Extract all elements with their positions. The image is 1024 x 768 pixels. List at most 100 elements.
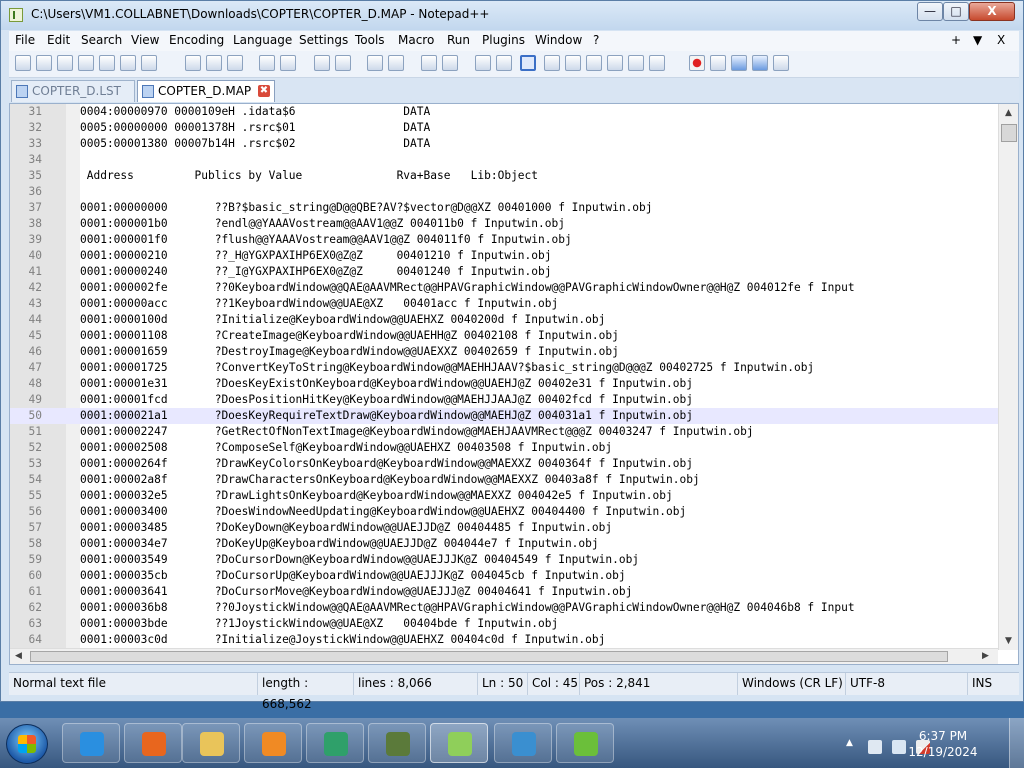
taskbar-frog-app[interactable] bbox=[556, 723, 614, 763]
zoom-out-icon[interactable] bbox=[388, 55, 404, 71]
view-icon[interactable] bbox=[649, 55, 665, 71]
save-all-icon[interactable] bbox=[78, 55, 94, 71]
indent-guide-icon[interactable] bbox=[520, 55, 536, 71]
print-icon[interactable] bbox=[141, 55, 157, 71]
menu-search[interactable]: Search bbox=[81, 33, 122, 47]
editor-line[interactable]: 42 0001:000002fe ??0KeyboardWindow@@QAE@A… bbox=[10, 280, 998, 296]
sync-horizontal-icon[interactable] bbox=[442, 55, 458, 71]
editor-line[interactable]: 33 0005:00001380 00007b14H .rsrc$02 DATA bbox=[10, 136, 998, 152]
editor-line[interactable]: 64 0001:00003c0d ?Initialize@JoystickWind… bbox=[10, 632, 998, 648]
menu-view[interactable]: View bbox=[131, 33, 159, 47]
taskbar-app-green-circle[interactable] bbox=[306, 723, 364, 763]
editor-line[interactable]: 31 0004:00000970 0000109eH .idata$6 DATA bbox=[10, 104, 998, 120]
replace-icon[interactable] bbox=[335, 55, 351, 71]
start-button[interactable] bbox=[6, 724, 48, 764]
network-icon[interactable] bbox=[868, 740, 882, 754]
record-macro-icon[interactable] bbox=[689, 55, 705, 71]
undo-icon[interactable] bbox=[259, 55, 275, 71]
user-defined-language-icon[interactable] bbox=[544, 55, 560, 71]
editor-line[interactable]: 48 0001:00001e31 ?DoesKeyExistOnKeyboard@… bbox=[10, 376, 998, 392]
menu-file[interactable]: File bbox=[15, 33, 35, 47]
status-encoding[interactable]: UTF-8 bbox=[845, 673, 967, 695]
menu-settings[interactable]: Settings bbox=[299, 33, 348, 47]
menu-help[interactable]: ? bbox=[593, 33, 599, 47]
maximize-button[interactable]: □ bbox=[943, 2, 969, 21]
add-tab-button[interactable]: + bbox=[951, 33, 961, 47]
editor-area[interactable]: 31 0004:00000970 0000109eH .idata$6 DATA 3… bbox=[9, 103, 1019, 665]
editor-line[interactable]: 54 0001:00002a8f ?DrawCharactersOnKeyboar… bbox=[10, 472, 998, 488]
editor-line[interactable]: 47 0001:00001725 ?ConvertKeyToString@Keyb… bbox=[10, 360, 998, 376]
close-document-button[interactable]: X bbox=[997, 33, 1005, 47]
editor-line[interactable]: 57 0001:00003485 ?DoKeyDown@KeyboardWindo… bbox=[10, 520, 998, 536]
menu-run[interactable]: Run bbox=[447, 33, 470, 47]
editor-line[interactable]: 40 0001:00000210 ??_H@YGXPAXIHP6EX0@Z@Z 0… bbox=[10, 248, 998, 264]
tab-copter-d-lst[interactable]: COPTER_D.LST bbox=[11, 80, 135, 102]
editor-line[interactable]: 59 0001:00003549 ?DoCursorDown@KeyboardWi… bbox=[10, 552, 998, 568]
cut-icon[interactable] bbox=[185, 55, 201, 71]
new-file-icon[interactable] bbox=[15, 55, 31, 71]
menu-encoding[interactable]: Encoding bbox=[169, 33, 224, 47]
editor-line[interactable]: 63 0001:00003bde ??1JoystickWindow@@UAE@X… bbox=[10, 616, 998, 632]
editor-line[interactable]: 46 0001:00001659 ?DestroyImage@KeyboardWi… bbox=[10, 344, 998, 360]
zoom-in-icon[interactable] bbox=[367, 55, 383, 71]
editor-line[interactable]: 44 0001:0000100d ?Initialize@KeyboardWind… bbox=[10, 312, 998, 328]
scroll-up-icon[interactable]: ▲ bbox=[1005, 108, 1012, 118]
tray-expand-icon[interactable]: ▲ bbox=[846, 738, 853, 748]
open-file-icon[interactable] bbox=[36, 55, 52, 71]
tab-list-dropdown[interactable]: ▼ bbox=[973, 33, 982, 47]
save-macro-icon[interactable] bbox=[773, 55, 789, 71]
menu-macro[interactable]: Macro bbox=[398, 33, 434, 47]
scroll-left-icon[interactable]: ◀ bbox=[15, 651, 22, 661]
paste-icon[interactable] bbox=[227, 55, 243, 71]
taskbar-app-t-circle[interactable] bbox=[494, 723, 552, 763]
horizontal-scrollbar[interactable]: ◀ ▶ bbox=[10, 648, 998, 664]
close-button[interactable]: X bbox=[969, 2, 1015, 21]
show-all-characters-icon[interactable] bbox=[496, 55, 512, 71]
show-desktop-button[interactable] bbox=[1009, 718, 1024, 768]
menu-plugins[interactable]: Plugins bbox=[482, 33, 525, 47]
menu-tools[interactable]: Tools bbox=[355, 33, 385, 47]
stop-recording-icon[interactable] bbox=[710, 55, 726, 71]
taskbar-network-tool[interactable] bbox=[368, 723, 426, 763]
run-macro-multiple-icon[interactable] bbox=[752, 55, 768, 71]
menu-language[interactable]: Language bbox=[233, 33, 292, 47]
menu-edit[interactable]: Edit bbox=[47, 33, 70, 47]
editor-line[interactable]: 36 bbox=[10, 184, 998, 200]
editor-line[interactable]: 52 0001:00002508 ?ComposeSelf@KeyboardWin… bbox=[10, 440, 998, 456]
find-icon[interactable] bbox=[314, 55, 330, 71]
document-map-icon[interactable] bbox=[565, 55, 581, 71]
editor-line[interactable]: 61 0001:00003641 ?DoCursorMove@KeyboardWi… bbox=[10, 584, 998, 600]
taskbar-firefox[interactable] bbox=[124, 723, 182, 763]
scroll-right-icon[interactable]: ▶ bbox=[982, 651, 989, 661]
editor-line[interactable]: 50 0001:000021a1 ?DoesKeyRequireTextDraw@… bbox=[10, 408, 998, 424]
editor-line[interactable]: 55 0001:000032e5 ?DrawLightsOnKeyboard@Ke… bbox=[10, 488, 998, 504]
editor-line[interactable]: 58 0001:000034e7 ?DoKeyUp@KeyboardWindow@… bbox=[10, 536, 998, 552]
word-wrap-icon[interactable] bbox=[475, 55, 491, 71]
action-center-flag-icon[interactable] bbox=[892, 740, 906, 754]
sync-vertical-icon[interactable] bbox=[421, 55, 437, 71]
redo-icon[interactable] bbox=[280, 55, 296, 71]
editor-line[interactable]: 41 0001:00000240 ??_I@YGXPAXIHP6EX0@Z@Z 0… bbox=[10, 264, 998, 280]
function-list-icon[interactable] bbox=[586, 55, 602, 71]
editor-line[interactable]: 38 0001:000001b0 ?endl@@YAAAVostream@@AAV… bbox=[10, 216, 998, 232]
close-tab-icon[interactable]: ✖ bbox=[258, 85, 270, 97]
text-content[interactable]: 31 0004:00000970 0000109eH .idata$6 DATA 3… bbox=[10, 104, 998, 650]
folder-as-workspace-icon[interactable] bbox=[607, 55, 623, 71]
minimize-button[interactable]: — bbox=[917, 2, 943, 21]
taskbar-notepad-plus-plus[interactable] bbox=[430, 723, 488, 763]
tab-copter-d-map[interactable]: COPTER_D.MAP ✖ bbox=[137, 80, 275, 102]
editor-line[interactable]: 32 0005:00000000 00001378H .rsrc$01 DATA bbox=[10, 120, 998, 136]
editor-line[interactable]: 51 0001:00002247 ?GetRectOfNonTextImage@K… bbox=[10, 424, 998, 440]
title-bar[interactable]: C:\Users\VM1.COLLABNET\Downloads\COPTER\… bbox=[1, 1, 1023, 30]
editor-line[interactable]: 35 Address Publics by Value Rva+Base Lib… bbox=[10, 168, 998, 184]
scroll-down-icon[interactable]: ▼ bbox=[1005, 636, 1012, 646]
system-clock[interactable]: 6:37 PM 12/19/2024 bbox=[908, 728, 978, 760]
taskbar-media-player[interactable] bbox=[244, 723, 302, 763]
taskbar-file-explorer[interactable] bbox=[182, 723, 240, 763]
editor-line[interactable]: 62 0001:000036b8 ??0JoystickWindow@@QAE@A… bbox=[10, 600, 998, 616]
vertical-scrollbar[interactable]: ▲ ▼ bbox=[998, 104, 1018, 650]
editor-line[interactable]: 34 bbox=[10, 152, 998, 168]
horizontal-scroll-thumb[interactable] bbox=[30, 651, 948, 662]
editor-line[interactable]: 37 0001:00000000 ??B?$basic_string@D@@QBE… bbox=[10, 200, 998, 216]
editor-line[interactable]: 45 0001:00001108 ?CreateImage@KeyboardWin… bbox=[10, 328, 998, 344]
